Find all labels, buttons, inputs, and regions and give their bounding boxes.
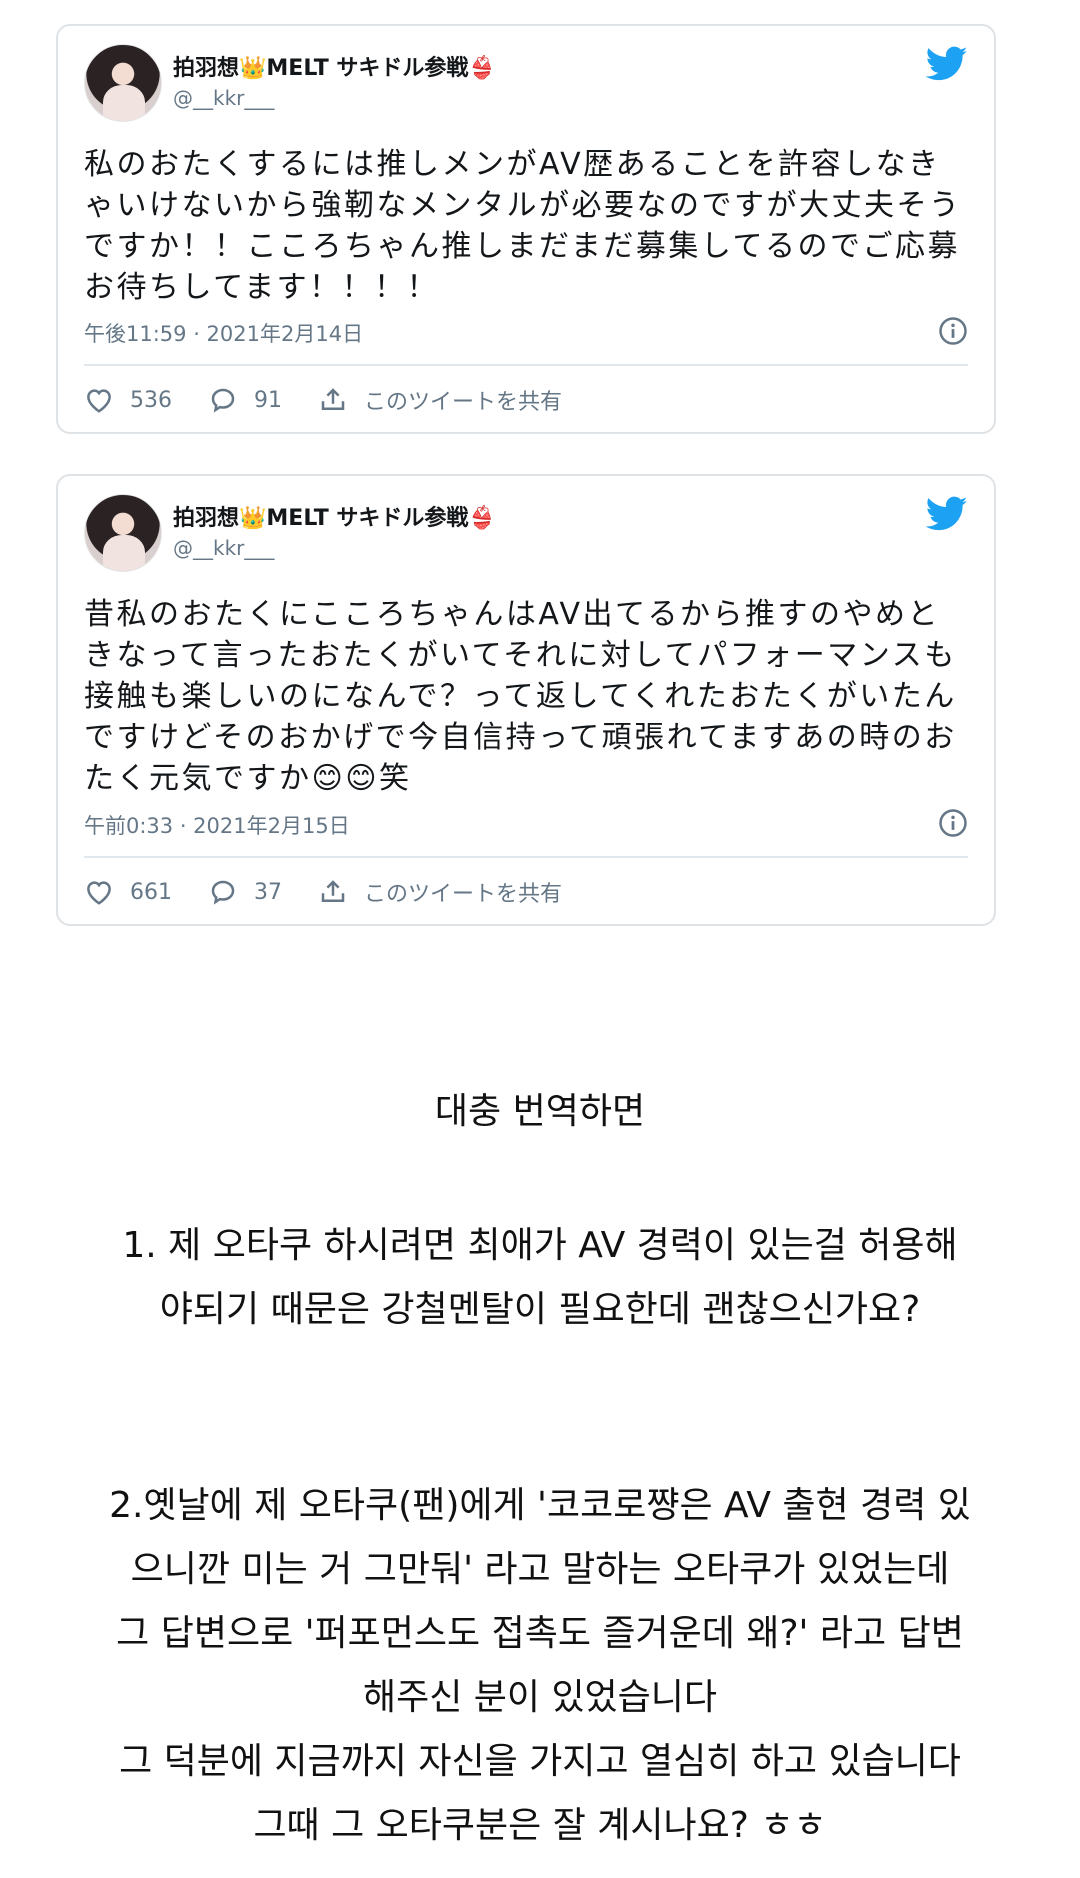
heart-icon bbox=[87, 389, 111, 413]
share-label: このツイートを共有 bbox=[364, 390, 563, 415]
twitter-bird-icon[interactable] bbox=[926, 46, 968, 82]
reply-button[interactable]: 91 bbox=[208, 385, 282, 415]
like-button[interactable]: 536 bbox=[84, 385, 172, 415]
translation-line: 1. 제 오타쿠 하시려면 최애가 AV 경력이 있는걸 허용해 bbox=[122, 1225, 958, 1266]
tweet-card[interactable]: 拍羽想👑MELT サキドル参戦👙 @__kkr___ 私のおたくするには推しメン… bbox=[56, 24, 996, 434]
heart-icon bbox=[87, 881, 111, 905]
tweet-timestamp[interactable]: 午後11:59 · 2021年2月14日 bbox=[84, 318, 363, 348]
info-icon[interactable] bbox=[938, 316, 968, 346]
like-count: 661 bbox=[130, 879, 172, 905]
translation-line: 그 덕분에 지금까지 자신을 가지고 열심히 하고 있습니다 bbox=[119, 1741, 961, 1782]
translation-line: 으니깐 미는 거 그만둬' 라고 말하는 오타쿠가 있었는데 bbox=[130, 1549, 950, 1590]
like-count: 536 bbox=[130, 387, 172, 413]
share-button[interactable]: このツイートを共有 bbox=[318, 876, 562, 908]
translation-line: 야되기 때문은 강철멘탈이 필요한데 괜찮으신가요? bbox=[159, 1289, 921, 1330]
reply-count: 91 bbox=[254, 387, 282, 413]
translation-line: 2.옛날에 제 오타쿠(팬)에게 '코코로쨩은 AV 출현 경력 있 bbox=[109, 1485, 971, 1526]
info-icon[interactable] bbox=[938, 808, 968, 838]
translation-heading: 대충 번역하면 bbox=[434, 1091, 646, 1132]
share-icon bbox=[321, 388, 345, 410]
avatar[interactable] bbox=[84, 494, 162, 572]
translation-line: 그때 그 오타쿠분은 잘 계시나요? ㅎㅎ bbox=[253, 1805, 827, 1846]
translation-item-2: 2.옛날에 제 오타쿠(팬)에게 '코코로쨩은 AV 출현 경력 있 으니깐 미… bbox=[0, 1474, 1080, 1858]
translation-line: 해주신 분이 있었습니다 bbox=[362, 1677, 718, 1718]
tweet-card[interactable]: 拍羽想👑MELT サキドル参戦👙 @__kkr___ 昔私のおたくにこころちゃん… bbox=[56, 474, 996, 926]
reply-icon bbox=[211, 880, 235, 905]
tweet-actions: 661 37 このツイートを共有 bbox=[84, 872, 968, 912]
translation-line: 그 답변으로 '퍼포먼스도 접촉도 즐거운데 왜?' 라고 답변 bbox=[116, 1613, 964, 1654]
avatar[interactable] bbox=[84, 44, 162, 122]
user-handle[interactable]: @__kkr___ bbox=[173, 536, 274, 560]
tweet-timestamp[interactable]: 午前0:33 · 2021年2月15日 bbox=[84, 810, 350, 840]
divider bbox=[84, 856, 968, 858]
translation-item-1: 1. 제 오타쿠 하시려면 최애가 AV 경력이 있는걸 허용해 야되기 때문은… bbox=[0, 1214, 1080, 1342]
like-button[interactable]: 661 bbox=[84, 877, 172, 907]
share-button[interactable]: このツイートを共有 bbox=[318, 384, 562, 416]
display-name[interactable]: 拍羽想👑MELT サキドル参戦👙 bbox=[173, 50, 496, 82]
divider bbox=[84, 364, 968, 366]
tweet-actions: 536 91 このツイートを共有 bbox=[84, 380, 968, 420]
reply-count: 37 bbox=[254, 879, 282, 905]
twitter-bird-icon[interactable] bbox=[926, 496, 968, 532]
tweet-text: 昔私のおたくにこころちゃんはAV出てるから推すのやめときなって言ったおたくがいて… bbox=[84, 597, 957, 796]
reply-button[interactable]: 37 bbox=[208, 877, 282, 907]
share-label: このツイートを共有 bbox=[364, 882, 563, 907]
tweet-text: 私のおたくするには推しメンがAV歴あることを許容しなきゃいけないから強靭なメンタ… bbox=[84, 147, 962, 305]
display-name[interactable]: 拍羽想👑MELT サキドル参戦👙 bbox=[173, 500, 496, 532]
share-icon bbox=[321, 880, 345, 902]
user-handle[interactable]: @__kkr___ bbox=[173, 86, 274, 110]
reply-icon bbox=[211, 388, 235, 413]
